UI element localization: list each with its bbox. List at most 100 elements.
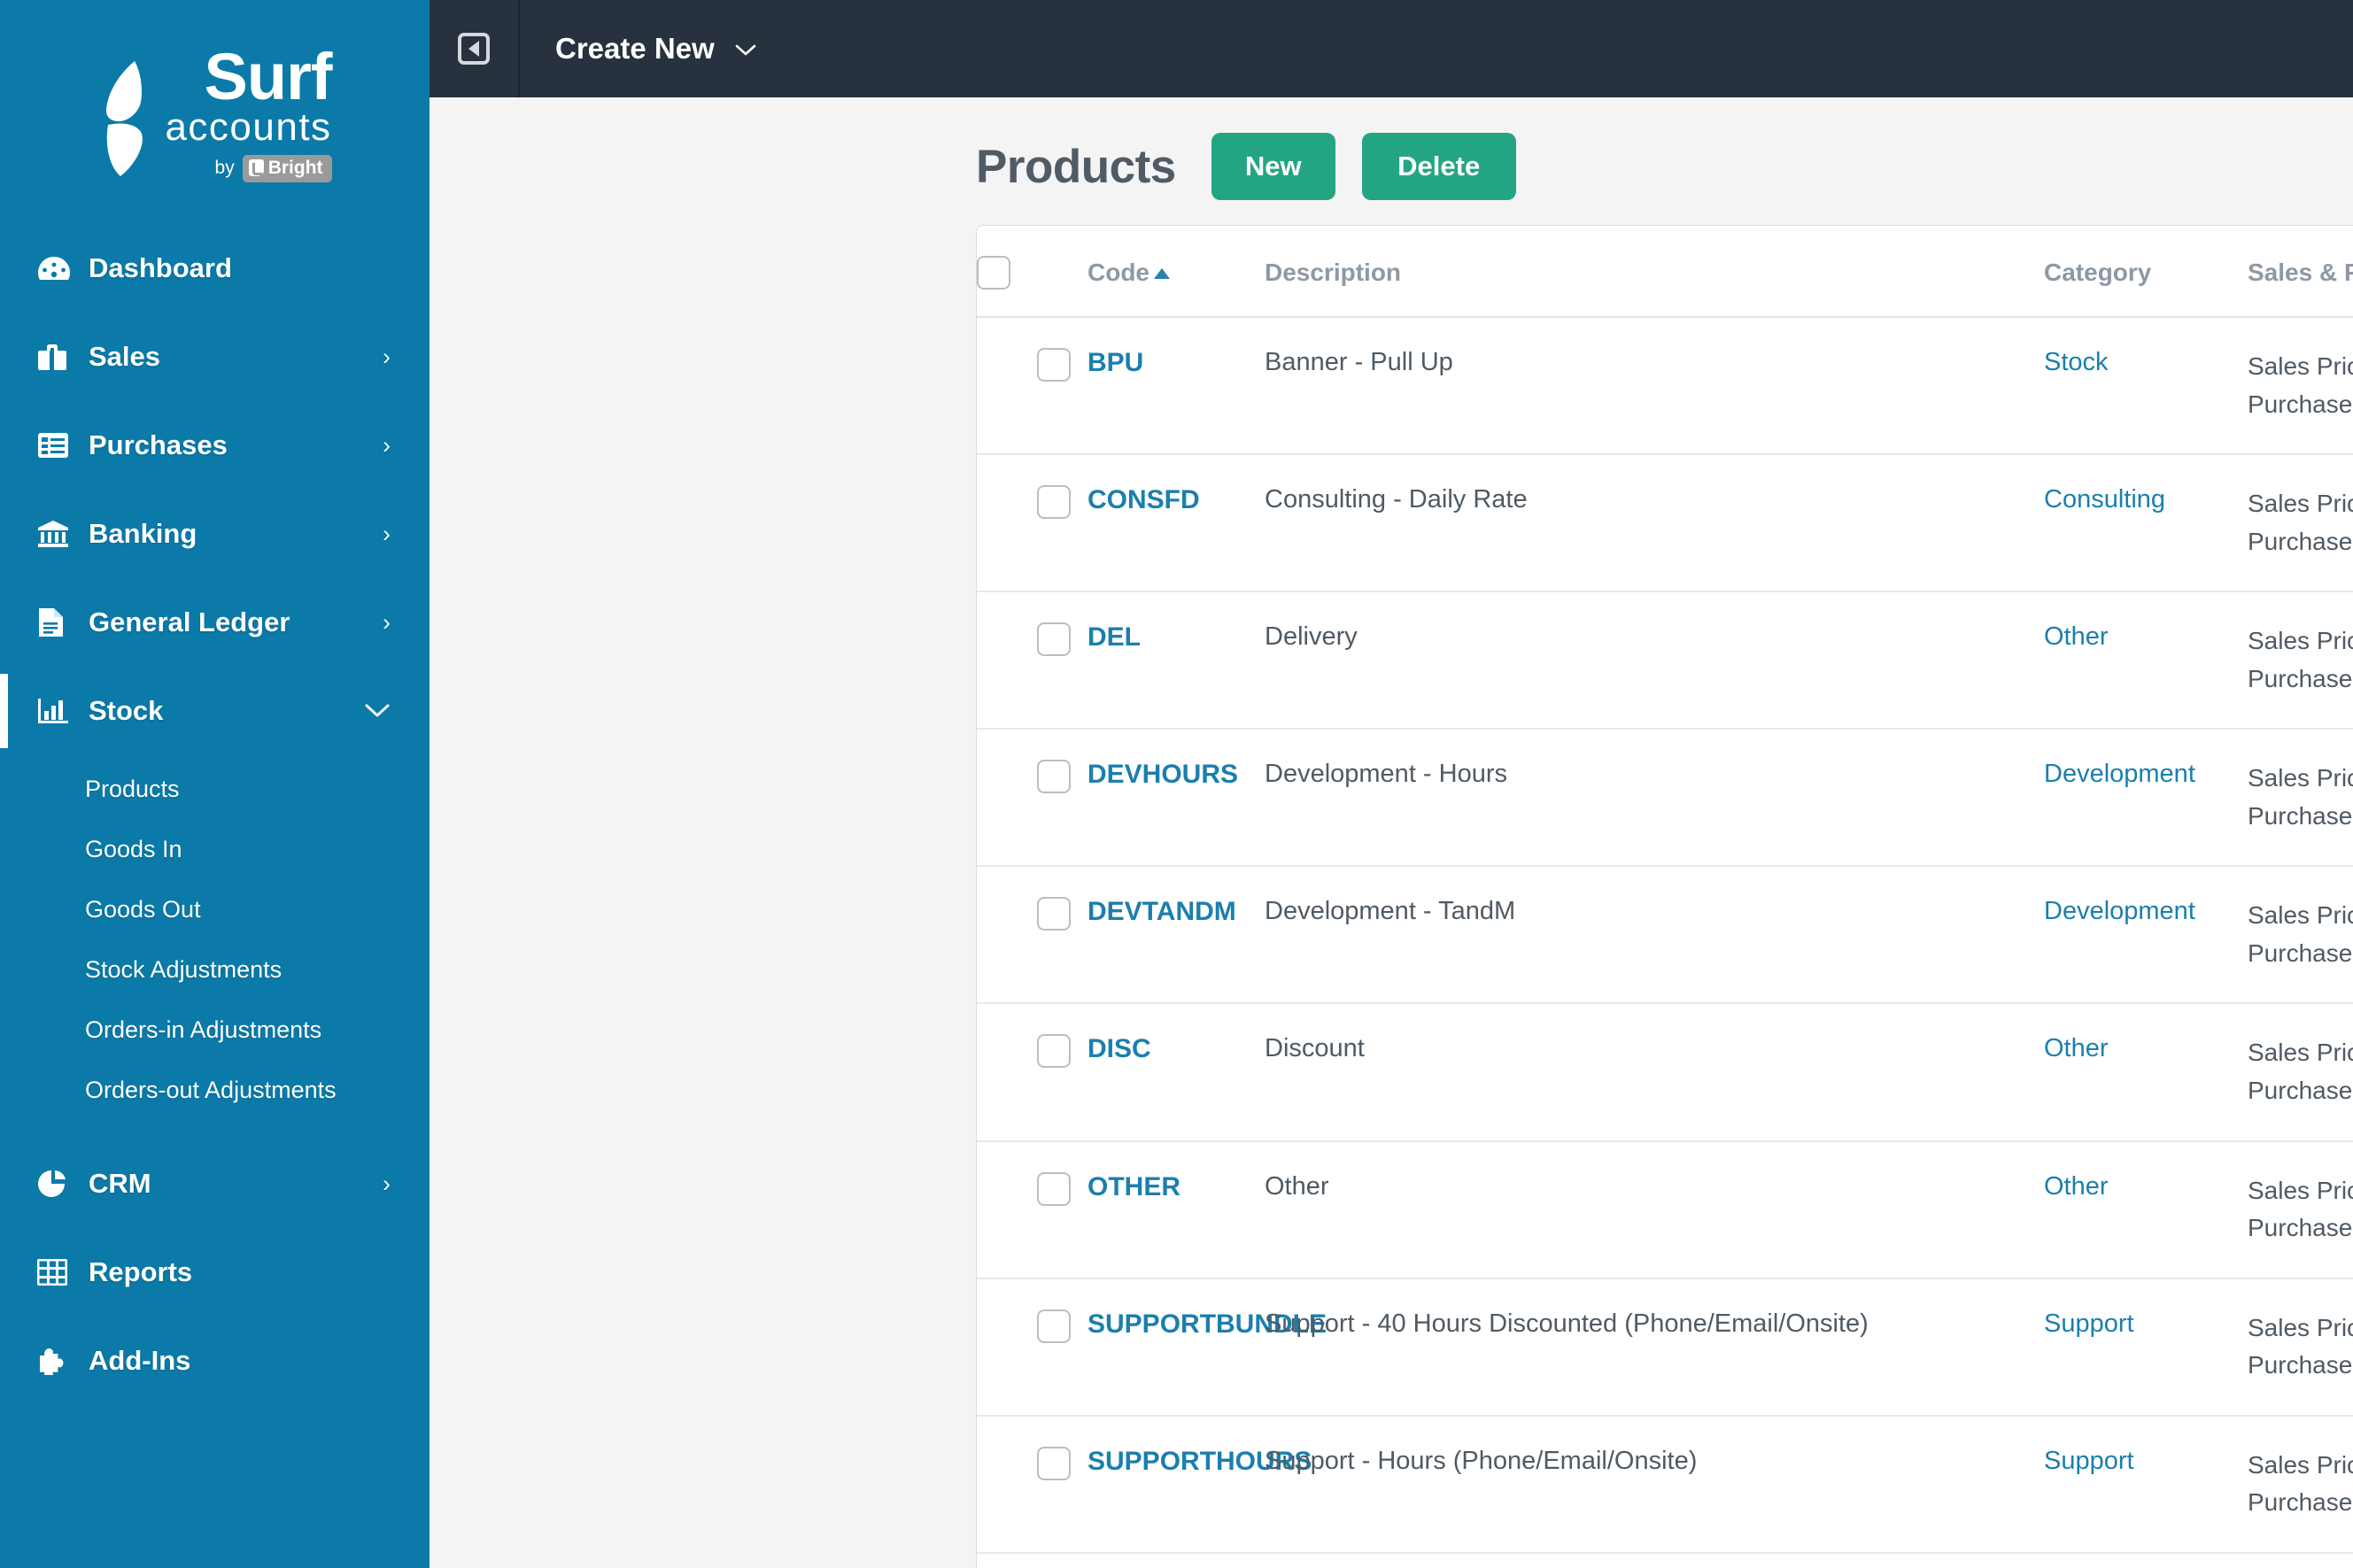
brand-name-secondary: accounts (165, 105, 332, 150)
table-row[interactable]: CONSFD Consulting - Daily Rate Consulting S… (977, 454, 2353, 593)
product-description: Consulting - Daily Rate (1265, 485, 1528, 514)
puzzle-piece-icon (37, 1347, 76, 1375)
sidebar-item-crm[interactable]: CRM › (0, 1139, 430, 1228)
column-header-price[interactable]: Sales & Purchase Price (2248, 226, 2353, 318)
sidebar-item-label: Reports (89, 1256, 193, 1287)
cell-description: Banner - Pull Up (1265, 317, 2044, 456)
row-select-checkbox[interactable] (1037, 348, 1071, 382)
pie-chart-icon (37, 1170, 76, 1198)
cell-category: Development (2044, 729, 2248, 868)
sales-price-label: Sales Price: (2248, 1313, 2353, 1341)
row-select-checkbox[interactable] (1037, 622, 1071, 657)
bright-badge-label: Bright (267, 157, 323, 178)
product-category-link[interactable]: Support (2044, 1447, 2134, 1475)
product-category-link[interactable]: Other (2044, 1172, 2109, 1201)
bank-icon (37, 520, 76, 548)
cell-category: Other (2044, 1003, 2248, 1142)
row-select-checkbox[interactable] (1037, 1171, 1071, 1206)
sidebar-subitem-stock-adjustments[interactable]: Stock Adjustments (0, 939, 430, 1000)
sidebar-item-banking[interactable]: Banking › (0, 490, 430, 578)
table-row[interactable]: DEVTANDM Development - TandM Development Sa… (977, 866, 2353, 1005)
sidebar-item-dashboard[interactable]: Dashboard (0, 224, 430, 313)
product-category-link[interactable]: Support (2044, 1309, 2134, 1338)
table-row[interactable]: SUPPORTHOURS Support - Hours (Phone/Email… (977, 1415, 2353, 1554)
sidebar-item-general-ledger[interactable]: General Ledger › (0, 578, 430, 667)
select-all-checkbox[interactable] (977, 256, 1010, 290)
sidebar-item-label: Banking (89, 518, 197, 549)
sidebar-subitem-orders-in-adjustments[interactable]: Orders-in Adjustments (0, 1000, 430, 1060)
table-row[interactable]: TMSUPPORTTraining - Manual (Support)Stoc… (977, 1552, 2353, 1568)
purchase-price-label: Purchase Price: (2248, 664, 2353, 692)
product-code-link[interactable]: OTHER (1087, 1172, 1180, 1201)
column-header-category[interactable]: Category (2044, 226, 2248, 318)
collapse-sidebar-icon[interactable] (430, 0, 518, 97)
table-row[interactable]: BPU Banner - Pull Up Stock Sales Price:130.… (977, 317, 2353, 456)
sidebar-subitem-goods-in[interactable]: Goods In (0, 819, 430, 879)
surfboard-wave-icon (97, 59, 151, 180)
row-select-checkbox[interactable] (1037, 485, 1071, 520)
product-code-link[interactable]: CONSFD (1087, 485, 1200, 514)
row-select-checkbox[interactable] (1037, 1446, 1071, 1480)
sidebar-subitem-label: Stock Adjustments (85, 955, 283, 983)
cell-price: Sales Price:130.00Purchase Price:72.50 (2248, 317, 2353, 456)
sidebar-item-reports[interactable]: Reports (0, 1228, 430, 1317)
sidebar-nav: Dashboard Sales › Purchases › Banking › … (0, 224, 430, 1405)
select-all-header (977, 226, 1087, 318)
cell-price: Sales Price:0.00Purchase Price:0.00 (2248, 866, 2353, 1005)
delete-button[interactable]: Delete (1361, 133, 1516, 200)
table-body: BPU Banner - Pull Up Stock Sales Price:130.… (977, 317, 2353, 1568)
table-row[interactable]: DEVHOURS Development - Hours Development Sa… (977, 729, 2353, 868)
cell-code: SUPPORTHOURS (1087, 1415, 1312, 1554)
row-select-checkbox[interactable] (1037, 760, 1071, 794)
table-head: Code Description Category Sales & Purcha… (977, 226, 2353, 318)
table-row[interactable]: SUPPORTBUNDLE Support - 40 Hours Discount… (977, 1278, 2353, 1417)
bright-badge: Bright (242, 154, 332, 182)
row-select-cell (977, 729, 1087, 868)
sidebar-subitem-products[interactable]: Products (0, 759, 430, 819)
table-row[interactable]: OTHER Other Other Sales Price:0.00Purchase … (977, 1140, 2353, 1279)
sidebar-subitem-goods-out[interactable]: Goods Out (0, 879, 430, 939)
product-category-link[interactable]: Development (2044, 760, 2195, 788)
column-header-description[interactable]: Description (1265, 226, 2044, 318)
row-select-checkbox[interactable] (1037, 1309, 1071, 1343)
chevron-down-icon (734, 39, 757, 63)
sidebar-item-purchases[interactable]: Purchases › (0, 401, 430, 490)
product-code-link[interactable]: BPU (1087, 348, 1143, 377)
row-select-checkbox[interactable] (1037, 897, 1071, 931)
product-category-link[interactable]: Consulting (2044, 485, 2165, 514)
table-row[interactable]: DISC Discount Other Sales Price:0.00Purchas… (977, 1003, 2353, 1142)
new-button[interactable]: New (1211, 133, 1335, 200)
product-code-link[interactable]: DISC (1087, 1034, 1151, 1063)
cell-code: DEVHOURS (1087, 729, 1265, 868)
table-header-row: Code Description Category Sales & Purcha… (977, 226, 2353, 318)
sidebar-item-stock[interactable]: Stock (0, 667, 430, 755)
app-root: Surf accounts by Bright Dashboard Sales … (0, 0, 2353, 1568)
product-code-link[interactable]: DEVHOURS (1087, 760, 1238, 789)
row-select-checkbox[interactable] (1037, 1034, 1071, 1069)
product-category-link[interactable]: Other (2044, 622, 2109, 651)
brand-logo[interactable]: Surf accounts by Bright (0, 0, 430, 224)
purchase-price-label: Purchase Price: (2248, 1077, 2353, 1105)
product-description: Development - TandM (1265, 897, 1516, 926)
create-new-menu[interactable]: Create New (520, 0, 793, 97)
bar-chart-icon (37, 697, 76, 725)
sidebar-item-sales[interactable]: Sales › (0, 313, 430, 401)
chevron-down-icon (364, 699, 391, 723)
cell-price: Sales Price:2,700.00Purchase Price:0.00 (2248, 1278, 2353, 1417)
cell-code: DEVTANDM (1087, 866, 1265, 1005)
products-table-card: Code Description Category Sales & Purcha… (976, 225, 2353, 1568)
product-code-link[interactable]: DEL (1087, 622, 1141, 652)
cell-description: Other (1265, 1140, 2044, 1279)
sidebar-subitem-orders-out-adjustments[interactable]: Orders-out Adjustments (0, 1060, 430, 1120)
product-category-link[interactable]: Development (2044, 897, 2195, 925)
sidebar-item-add-ins[interactable]: Add-Ins (0, 1317, 430, 1405)
sidebar-subitem-label: Orders-out Adjustments (85, 1076, 337, 1103)
table-row[interactable]: DEL Delivery Other Sales Price:0.00Purchase… (977, 591, 2353, 730)
cell-category: Stock (2044, 317, 2248, 456)
product-category-link[interactable]: Stock (2044, 348, 2109, 376)
product-code-link[interactable]: DEVTANDM (1087, 897, 1236, 926)
column-header-code[interactable]: Code (1087, 226, 1265, 318)
products-table: Code Description Category Sales & Purcha… (977, 226, 2353, 1568)
product-category-link[interactable]: Other (2044, 1034, 2109, 1062)
sidebar-item-label: CRM (89, 1168, 151, 1199)
